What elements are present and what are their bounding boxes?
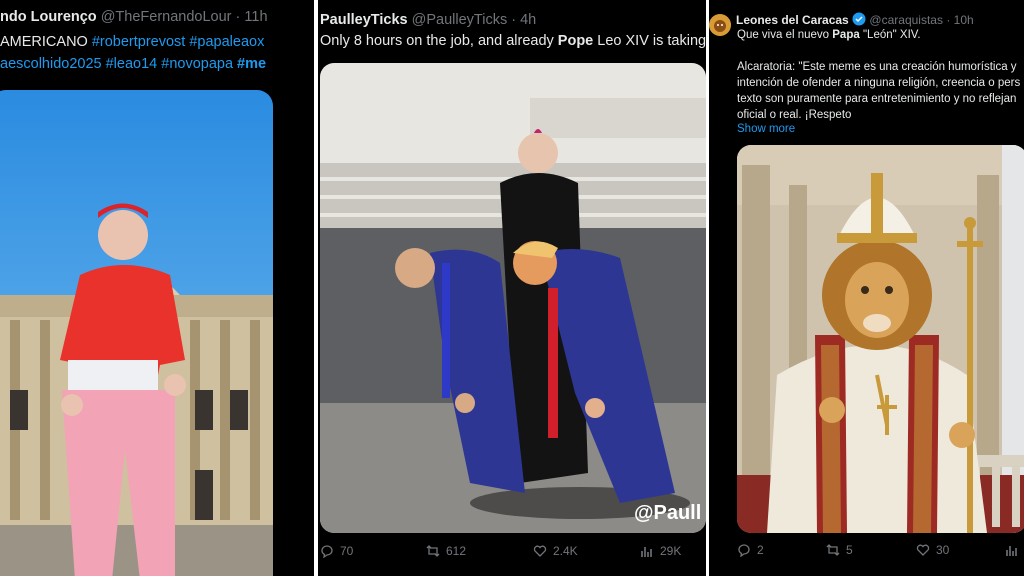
- hashtag-bold[interactable]: #me: [237, 56, 266, 72]
- tweet-header: Leones del Caracas @caraquistas · 10h: [736, 12, 974, 27]
- handle[interactable]: @PaulleyTicks: [412, 12, 508, 28]
- meme-image-illustration: [737, 145, 1024, 533]
- tweet-header: PaulleyTicks @PaulleyTicks · 4h: [320, 12, 536, 28]
- handle[interactable]: @TheFernandoLour: [101, 9, 232, 25]
- tweet-text: Only 8 hours on the job, and already: [320, 33, 558, 49]
- heart-icon: [533, 545, 547, 557]
- views-button[interactable]: 29K: [640, 544, 681, 558]
- heart-icon: [916, 544, 930, 556]
- repost-count: 612: [446, 544, 467, 558]
- image-watermark: @Paull: [634, 502, 701, 524]
- reply-icon: [321, 545, 333, 558]
- reply-button[interactable]: 70: [320, 544, 353, 558]
- reply-count: 2: [757, 543, 764, 557]
- tweet-text-line: AMERICANO #robertprevost #papaleaox: [0, 31, 264, 53]
- tweet-text: "León" XIV.: [859, 29, 921, 41]
- tweet-actions-bar: 70 612 2.4K 29K: [318, 540, 706, 564]
- timestamp[interactable]: · 4h: [511, 12, 536, 28]
- like-button[interactable]: 30: [916, 543, 949, 557]
- hashtags[interactable]: #robertprevost #papaleaox: [92, 34, 265, 50]
- tweet-text-bold: Papa: [832, 29, 860, 41]
- repost-button[interactable]: 5: [826, 543, 853, 557]
- tweet-text: AMERICANO: [0, 34, 92, 50]
- tweet-text: Leo XIV is taking ou: [597, 33, 706, 49]
- tweet-text-line: aescolhido2025 #leao14 #novopapa #me: [0, 53, 266, 75]
- views-button[interactable]: [1005, 543, 1019, 557]
- meme-image-illustration: [0, 90, 273, 576]
- views-count: 29K: [660, 544, 682, 558]
- verified-badge-icon: [852, 12, 866, 26]
- tweet-panel-1: ndo Lourenço @TheFernandoLour · 11h AMER…: [0, 0, 314, 576]
- lion-logo-icon: [709, 14, 731, 36]
- reply-button[interactable]: 2: [737, 543, 764, 557]
- tweet-panel-3: Leones del Caracas @caraquistas · 10h Qu…: [709, 0, 1024, 576]
- hashtags[interactable]: aescolhido2025 #leao14 #novopapa: [0, 56, 237, 72]
- repost-icon: [826, 544, 840, 556]
- repost-icon: [426, 545, 440, 557]
- tweet-text-line: Que viva el nuevo Papa "León" XIV.: [737, 26, 921, 44]
- views-chart-icon: [1006, 546, 1017, 556]
- pope-carrying-politicians-meme-image[interactable]: @Paull: [320, 63, 706, 533]
- timestamp[interactable]: · 10h: [946, 13, 973, 27]
- timestamp[interactable]: · 11h: [236, 9, 268, 25]
- handle[interactable]: @caraquistas: [869, 13, 943, 27]
- like-count: 2.4K: [553, 544, 578, 558]
- lion-pope-image[interactable]: [737, 145, 1024, 533]
- show-more-link[interactable]: Show more: [737, 120, 795, 138]
- tweet-header: ndo Lourenço @TheFernandoLour · 11h: [0, 9, 268, 25]
- reply-icon: [738, 544, 750, 557]
- avatar[interactable]: [709, 14, 731, 36]
- display-name[interactable]: ndo Lourenço: [0, 9, 97, 25]
- like-count: 30: [936, 543, 950, 557]
- reply-count: 70: [340, 544, 354, 558]
- repost-count: 5: [846, 543, 853, 557]
- display-name[interactable]: PaulleyTicks: [320, 12, 408, 28]
- tweet-text: Que viva el nuevo: [737, 29, 833, 41]
- tweet-text-bold: Pope: [557, 33, 594, 49]
- cardinal-dancing-meme-image[interactable]: [0, 90, 273, 576]
- meme-image-illustration: @Paull: [320, 63, 706, 533]
- repost-button[interactable]: 612: [426, 544, 466, 558]
- tweet-panel-2: PaulleyTicks @PaulleyTicks · 4h Only 8 h…: [318, 0, 706, 576]
- views-chart-icon: [641, 547, 652, 557]
- tweet-actions-bar: 2 5 30: [709, 540, 1024, 564]
- display-name[interactable]: Leones del Caracas: [736, 13, 849, 27]
- tweet-text-line: Only 8 hours on the job, and already Pop…: [320, 30, 706, 52]
- like-button[interactable]: 2.4K: [533, 544, 578, 558]
